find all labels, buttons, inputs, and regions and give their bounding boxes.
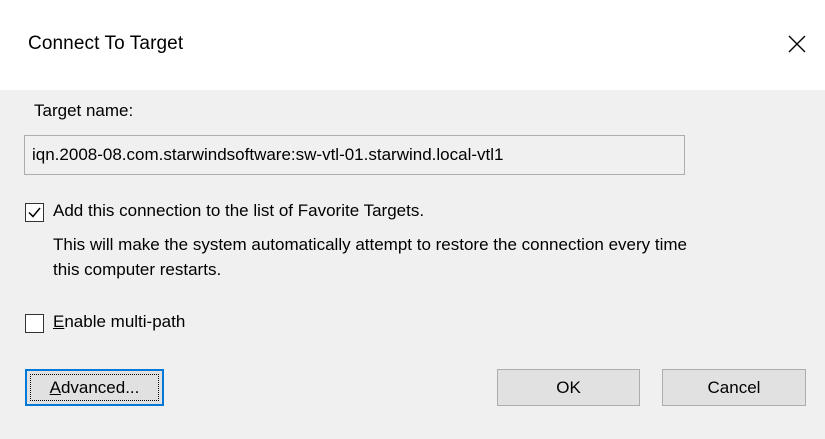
advanced-label: dvanced... [60, 378, 140, 397]
close-button[interactable] [777, 24, 817, 64]
multi-path-mnemonic: E [53, 312, 65, 331]
target-name-field[interactable]: iqn.2008-08.com.starwindsoftware:sw-vtl-… [24, 135, 685, 175]
favorite-targets-description: This will make the system automatically … [53, 235, 687, 279]
favorite-targets-label[interactable]: Add this connection to the list of Favor… [53, 201, 424, 221]
advanced-mnemonic: A [49, 378, 61, 397]
multi-path-label-text: nable multi-path [64, 312, 186, 331]
title-bar: Connect To Target [0, 0, 825, 90]
checkmark-icon [28, 207, 41, 218]
ok-button[interactable]: OK [497, 369, 640, 406]
multi-path-checkbox[interactable] [25, 314, 44, 333]
advanced-button[interactable]: Advanced... [25, 369, 164, 406]
favorite-targets-checkbox[interactable] [25, 203, 44, 222]
window-title: Connect To Target [28, 33, 184, 54]
target-name-label: Target name: [34, 101, 134, 120]
cancel-button[interactable]: Cancel [662, 369, 806, 406]
close-icon [788, 35, 806, 53]
multi-path-label[interactable]: Enable multi-path [53, 312, 185, 332]
